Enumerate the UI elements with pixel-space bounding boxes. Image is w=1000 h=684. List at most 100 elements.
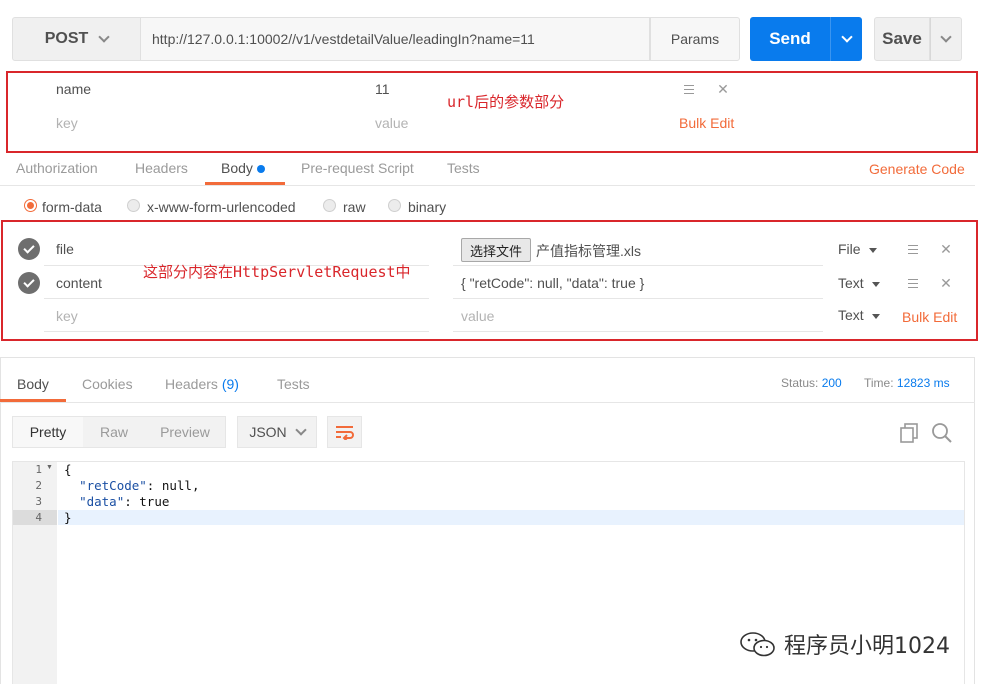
form-key-input[interactable]: key bbox=[56, 308, 78, 324]
line-number: 3 bbox=[35, 495, 42, 508]
radio-raw-label[interactable]: raw bbox=[343, 199, 366, 215]
row-divider bbox=[453, 298, 823, 299]
time-readout: Time: 12823 ms bbox=[864, 376, 950, 390]
type-label: File bbox=[838, 241, 861, 257]
params-annotation-box bbox=[6, 71, 978, 153]
format-select[interactable]: JSON bbox=[237, 416, 317, 448]
json-value: : true bbox=[124, 494, 170, 509]
modified-dot-icon bbox=[256, 165, 265, 173]
param-value[interactable]: 11 bbox=[375, 81, 390, 97]
method-select[interactable]: POST bbox=[12, 17, 141, 61]
save-dropdown-button[interactable] bbox=[930, 17, 962, 61]
choose-file-button[interactable]: 选择文件 bbox=[461, 238, 532, 262]
params-annotation: url后的参数部分 bbox=[447, 93, 565, 111]
form-value-content[interactable]: { "retCode": null, "data": true } bbox=[461, 275, 644, 291]
tabs-divider bbox=[0, 185, 975, 186]
headers-count: (9) bbox=[221, 376, 239, 392]
send-button[interactable]: Send bbox=[750, 17, 830, 61]
file-name: 产值指标管理.xls bbox=[536, 243, 641, 259]
caret-down-icon bbox=[871, 313, 880, 319]
time-label: Time: bbox=[864, 376, 894, 390]
close-icon[interactable]: ✕ bbox=[716, 82, 730, 96]
drag-handle-icon[interactable] bbox=[908, 245, 918, 254]
params-button[interactable]: Params bbox=[650, 17, 740, 61]
close-icon[interactable]: ✕ bbox=[939, 242, 953, 256]
radio-urlencoded[interactable] bbox=[127, 199, 140, 212]
send-dropdown-button[interactable] bbox=[830, 17, 862, 61]
param-value-input[interactable]: value bbox=[375, 115, 408, 131]
row-divider bbox=[44, 331, 429, 332]
response-tab-tests[interactable]: Tests bbox=[277, 376, 310, 392]
generate-code-link[interactable]: Generate Code bbox=[869, 161, 965, 177]
radio-raw[interactable] bbox=[323, 199, 336, 212]
response-tabs-divider bbox=[0, 402, 975, 403]
radio-form-data-label[interactable]: form-data bbox=[42, 199, 102, 215]
radio-form-data[interactable] bbox=[24, 199, 37, 212]
row-enabled-checkbox[interactable] bbox=[18, 238, 40, 260]
wechat-icon bbox=[740, 632, 775, 657]
url-input[interactable]: http://127.0.0.1:10002//v1/vestdetailVal… bbox=[141, 17, 650, 61]
drag-handle-icon[interactable] bbox=[908, 279, 918, 288]
tab-pre-request-script[interactable]: Pre-request Script bbox=[301, 160, 414, 176]
tab-authorization[interactable]: Authorization bbox=[16, 160, 98, 176]
wrap-icon bbox=[335, 426, 354, 440]
chevron-down-icon bbox=[840, 31, 853, 43]
time-value: 12823 ms bbox=[896, 376, 950, 390]
form-value-input[interactable]: value bbox=[461, 308, 494, 324]
chevron-down-icon bbox=[295, 424, 307, 436]
code-line-3: "data": true bbox=[64, 494, 169, 509]
response-tab-headers[interactable]: Headers (9) bbox=[165, 376, 239, 392]
row-enabled-checkbox[interactable] bbox=[18, 272, 40, 294]
view-preview-button[interactable]: Preview bbox=[145, 424, 225, 440]
form-data-annotation: 这部分内容在HttpServletRequest中 bbox=[143, 263, 411, 281]
type-select-new[interactable]: Text bbox=[838, 307, 880, 323]
form-key-content[interactable]: content bbox=[56, 275, 102, 291]
search-icon[interactable] bbox=[931, 422, 953, 447]
watermark: 程序员小明1024 bbox=[738, 628, 950, 660]
view-raw-button[interactable]: Raw bbox=[83, 424, 145, 440]
radio-binary[interactable] bbox=[388, 199, 401, 212]
line-number: 1 bbox=[35, 463, 42, 476]
fold-caret-icon[interactable]: ▼ bbox=[46, 464, 53, 471]
response-tab-cookies[interactable]: Cookies bbox=[82, 376, 133, 392]
caret-down-icon bbox=[868, 247, 877, 253]
type-select-text[interactable]: Text bbox=[838, 275, 880, 291]
radio-binary-label[interactable]: binary bbox=[408, 199, 446, 215]
drag-handle-icon[interactable] bbox=[684, 85, 694, 94]
caret-down-icon bbox=[871, 281, 880, 287]
chevron-down-icon bbox=[940, 31, 952, 43]
save-button[interactable]: Save bbox=[874, 17, 930, 61]
radio-urlencoded-label[interactable]: x-www-form-urlencoded bbox=[147, 199, 296, 215]
response-tab-headers-label: Headers bbox=[165, 376, 218, 392]
type-select-file[interactable]: File bbox=[838, 241, 877, 257]
tab-body-label: Body bbox=[221, 160, 253, 176]
tab-headers[interactable]: Headers bbox=[135, 160, 188, 176]
tab-body[interactable]: Body bbox=[221, 160, 265, 176]
active-line-highlight bbox=[58, 510, 964, 525]
code-line-2: "retCode": null, bbox=[64, 478, 199, 493]
status-value: 200 bbox=[821, 376, 842, 390]
line-number: 2 bbox=[35, 479, 42, 492]
view-pretty-button[interactable]: Pretty bbox=[13, 417, 83, 447]
json-key: "retCode" bbox=[79, 478, 147, 493]
wrap-lines-button[interactable] bbox=[327, 416, 362, 448]
row-divider bbox=[44, 298, 429, 299]
watermark-text: 程序员小明1024 bbox=[784, 634, 950, 659]
json-value: : null, bbox=[146, 478, 200, 493]
tab-tests[interactable]: Tests bbox=[447, 160, 480, 176]
row-divider bbox=[453, 265, 823, 266]
close-icon[interactable]: ✕ bbox=[939, 276, 953, 290]
form-bulk-edit-link[interactable]: Bulk Edit bbox=[902, 309, 957, 325]
type-label: Text bbox=[838, 307, 864, 323]
response-tab-body[interactable]: Body bbox=[17, 376, 49, 392]
code-line-4: } bbox=[64, 510, 72, 525]
param-key[interactable]: name bbox=[56, 81, 91, 97]
form-key-file[interactable]: file bbox=[56, 241, 74, 257]
url-text: http://127.0.0.1:10002//v1/vestdetailVal… bbox=[152, 31, 535, 47]
copy-icon[interactable] bbox=[898, 422, 920, 447]
format-label: JSON bbox=[249, 424, 287, 440]
params-bulk-edit-link[interactable]: Bulk Edit bbox=[679, 115, 734, 131]
param-key-input[interactable]: key bbox=[56, 115, 78, 131]
status-label: Status: bbox=[781, 376, 819, 390]
row-divider bbox=[453, 331, 823, 332]
